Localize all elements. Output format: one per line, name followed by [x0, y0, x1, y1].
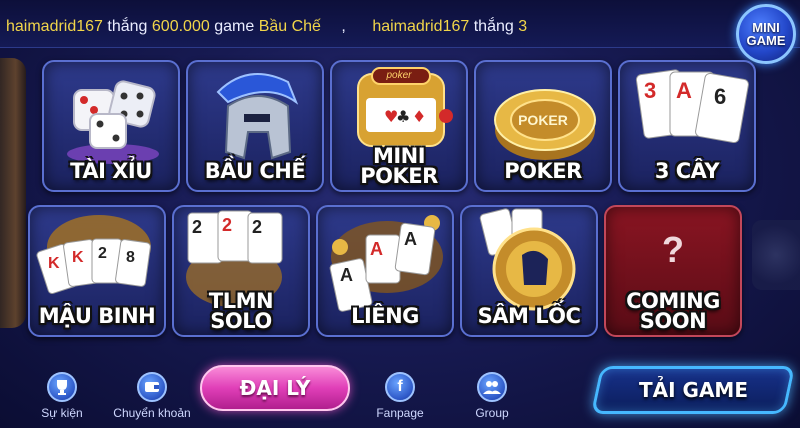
game-tile-mini-poker[interactable]: ♥ ♣ ♦ poker MINI POKER [330, 60, 468, 192]
mini-game-button[interactable]: MINI GAME [736, 4, 796, 64]
nav-label: Fanpage [376, 406, 424, 420]
card-value: K [72, 249, 84, 266]
ticker-separator: , [341, 18, 346, 35]
nav-label: Sự kiện [41, 406, 83, 420]
label-line2: POKER [360, 164, 438, 188]
agent-button[interactable]: ĐẠI LÝ [200, 365, 350, 411]
game-tile-tai-xiu[interactable]: TÀI XỈU [42, 60, 180, 192]
nav-label: Group [475, 406, 509, 420]
game-tile-label: SÂM LỐC [477, 304, 581, 328]
card-value: 2 [192, 217, 203, 237]
question-icon: ? [662, 229, 684, 270]
label-line1: COMING [626, 289, 720, 313]
game-tile-tlmn-solo[interactable]: 2 2 2 TLMN SOLO [172, 205, 310, 337]
card-value: 2 [222, 215, 233, 235]
winner-ticker: haimadrid167 thắng 600.000 game Bầu Chế … [6, 17, 586, 37]
side-decoration-right [752, 220, 800, 290]
game-tile-sam-loc[interactable]: SÂM LỐC [460, 205, 598, 337]
game-tile-label: LIÊNG [351, 304, 419, 328]
label-line2: SOLO [210, 309, 272, 333]
slot-sign-text: poker [386, 70, 412, 81]
top-bar: haimadrid167 thắng 600.000 game Bầu Chế … [0, 0, 800, 48]
wallet-icon [137, 372, 167, 402]
card-value: A [404, 229, 417, 249]
ticker-amount: 600.000 [151, 18, 210, 35]
game-tile-poker[interactable]: POKER POKER [474, 60, 612, 192]
nav-events[interactable]: Sự kiện [22, 372, 102, 424]
game-tile-label: TLMN SOLO [174, 289, 308, 333]
label-line1: MINI [372, 144, 426, 168]
game-tile-label: TÀI XỈU [70, 159, 152, 183]
card-value: 2 [252, 217, 263, 237]
label-line1: TLMN [208, 289, 274, 313]
card-value: A [370, 239, 383, 259]
ticker-username: haimadrid167 [6, 18, 103, 35]
game-tile-mau-binh[interactable]: K K 2 8 MẬU BINH [28, 205, 166, 337]
game-tile-bau-che[interactable]: BẦU CHẾ [186, 60, 324, 192]
group-icon [477, 372, 507, 402]
ticker-verb: thắng [473, 18, 514, 35]
ticker-username: haimadrid167 [372, 18, 470, 35]
game-tile-label: POKER [504, 159, 582, 183]
game-tile-coming-soon[interactable]: ? COMING SOON [604, 205, 742, 337]
svg-text:♣: ♣ [396, 107, 410, 126]
nav-transfer[interactable]: Chuyển khoản [112, 372, 192, 424]
nav-fanpage[interactable]: f Fanpage [360, 372, 440, 424]
card-value: 6 [714, 84, 727, 109]
nav-group[interactable]: Group [452, 372, 532, 424]
facebook-icon: f [385, 372, 415, 402]
poker-chip-text: POKER [518, 112, 568, 128]
card-value: A [340, 265, 353, 285]
game-tile-label: COMING SOON [606, 289, 740, 333]
card-value: 3 [644, 78, 657, 103]
ticker-amount: 3 [518, 18, 528, 35]
game-tile-lieng[interactable]: A A A LIÊNG [316, 205, 454, 337]
ticker-word: game [214, 18, 255, 35]
game-tile-label: 3 CÂY [654, 159, 720, 183]
mini-game-label-line2: GAME [746, 33, 786, 48]
svg-text:♦: ♦ [412, 107, 426, 126]
card-value: K [48, 255, 60, 272]
download-game-button[interactable]: TẢI GAME [590, 366, 796, 414]
download-game-label: TẢI GAME [638, 378, 748, 402]
label-line2: SOON [639, 309, 707, 333]
ticker-game: Bầu Chế [258, 18, 321, 35]
trophy-icon [47, 372, 77, 402]
game-tile-label: MINI POKER [332, 144, 466, 188]
side-decoration-left [0, 58, 26, 328]
ticker-verb: thắng [107, 18, 148, 35]
game-tile-3-cay[interactable]: 3 A 6 3 CÂY [618, 60, 756, 192]
game-tile-label: BẦU CHẾ [204, 159, 306, 183]
nav-label: Chuyển khoản [113, 406, 191, 420]
game-tile-label: MẬU BINH [38, 304, 156, 328]
card-value: A [676, 78, 692, 103]
card-value: 2 [98, 245, 107, 262]
card-value: 8 [126, 249, 135, 266]
